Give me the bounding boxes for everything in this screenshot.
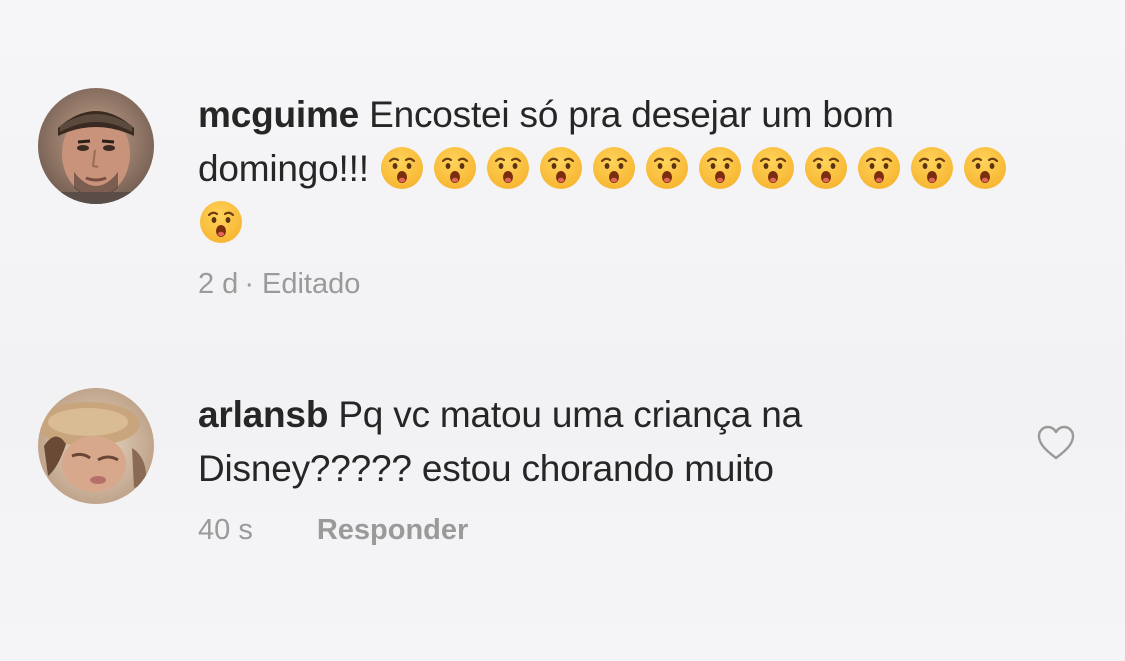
hushed-face-emoji [644,145,690,191]
comments-screen: mcguime Encostei só pra desejar um bom d… [0,0,1125,661]
comment-meta: 2 d · Editado [198,268,1018,301]
comment-username[interactable]: arlansb [198,394,328,435]
comment-username[interactable]: mcguime [198,94,359,135]
hushed-face-emoji [538,145,584,191]
avatar-photo [38,388,154,504]
hushed-face-emoji [697,145,743,191]
hushed-face-emoji [379,145,425,191]
heart-outline-icon[interactable] [1036,424,1076,462]
hushed-face-emoji [803,145,849,191]
comment-time: 40 s [198,514,253,546]
edited-label: Editado [262,268,361,300]
reply-button[interactable]: Responder [317,514,468,547]
comment-body: mcguime Encostei só pra desejar um bom d… [198,88,1018,301]
hushed-face-emoji [856,145,902,191]
comment-body: arlansb Pq vc matou uma criança na Disne… [198,388,1018,547]
comment-time: 2 d [198,268,239,300]
meta-separator: · [244,268,254,300]
avatar-photo [38,88,154,204]
hushed-face-emoji [909,145,955,191]
comment-meta: 40 s Responder [198,514,1018,547]
comment-text-block: arlansb Pq vc matou uma criança na Disne… [198,388,1018,496]
comment-text-block: mcguime Encostei só pra desejar um bom d… [198,88,1018,250]
avatar[interactable] [38,388,154,504]
hushed-face-emoji [591,145,637,191]
hushed-face-emoji [198,199,244,245]
avatar[interactable] [38,88,154,204]
hushed-face-emoji [750,145,796,191]
hushed-face-emoji [432,145,478,191]
hushed-face-emoji [485,145,531,191]
hushed-face-emoji [962,145,1008,191]
